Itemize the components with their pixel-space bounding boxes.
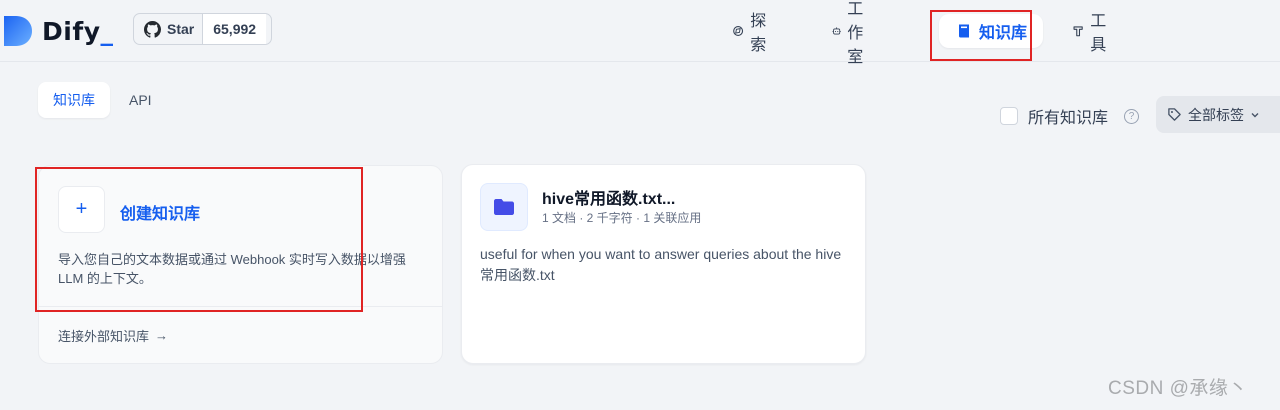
page: Dify_ Star 65,992 探索 工作室 知识库 工具 知识库 API …: [0, 0, 1280, 410]
dataset-card[interactable]: hive常用函数.txt... 1 文档 · 2 千字符 · 1 关联应用 us…: [461, 164, 866, 364]
folder-icon: [480, 183, 528, 231]
nav-tools[interactable]: 工具: [1072, 13, 1112, 54]
dataset-description: useful for when you want to answer queri…: [480, 246, 842, 283]
dataset-name: hive常用函数.txt...: [542, 191, 676, 208]
github-star-button[interactable]: Star 65,992: [133, 13, 272, 45]
hammer-icon: [1073, 26, 1083, 37]
tag-filter-select[interactable]: 全部标签: [1156, 96, 1280, 133]
help-icon[interactable]: ?: [1124, 108, 1140, 124]
tab-api[interactable]: API: [114, 82, 167, 118]
tag-filter-label: 全部标签: [1188, 106, 1244, 123]
chevron-down-icon: [1251, 112, 1259, 117]
nav-explore-label: 探索: [750, 13, 767, 54]
connect-external-label: 连接外部知识库: [58, 329, 150, 344]
nav-studio[interactable]: 工作室: [832, 1, 872, 66]
nav-tools-label: 工具: [1090, 13, 1107, 54]
book-icon: [959, 24, 969, 38]
connect-external-knowledge-link[interactable]: 连接外部知识库 →: [58, 326, 168, 345]
dify-logo[interactable]: Dify_: [4, 14, 114, 48]
logo-text: Dify_: [42, 16, 114, 46]
all-knowledge-filter: 所有知识库 ?: [1000, 104, 1140, 128]
csdn-watermark: CSDN @承缘丶: [1108, 378, 1248, 399]
create-knowledge-description: 导入您自己的文本数据或通过 Webhook 实时写入数据以增强 LLM 的上下文…: [58, 252, 406, 286]
github-icon: [144, 20, 161, 38]
github-star-label: Star: [167, 21, 195, 37]
dify-logo-mark-icon: [4, 16, 32, 46]
nav-knowledge[interactable]: 知识库: [939, 14, 1043, 48]
compass-icon: [733, 26, 744, 36]
top-header: Dify_ Star 65,992 探索 工作室 知识库 工具: [0, 0, 1280, 66]
nav-studio-label: 工作室: [847, 1, 864, 66]
create-knowledge-button[interactable]: + 创建知识库 导入您自己的文本数据或通过 Webhook 实时写入数据以增强 …: [39, 166, 442, 307]
robot-icon: [832, 27, 841, 35]
create-knowledge-card: + 创建知识库 导入您自己的文本数据或通过 Webhook 实时写入数据以增强 …: [38, 165, 443, 364]
all-knowledge-label: 所有知识库: [1028, 110, 1109, 127]
github-star[interactable]: Star: [134, 14, 202, 44]
dataset-meta: 1 文档 · 2 千字符 · 1 关联应用: [542, 211, 702, 225]
nav-knowledge-label: 知识库: [979, 25, 1028, 42]
tab-knowledge[interactable]: 知识库: [38, 82, 110, 118]
all-knowledge-checkbox[interactable]: [1000, 107, 1018, 125]
github-star-count: 65,992: [202, 14, 267, 44]
nav-explore[interactable]: 探索: [732, 13, 772, 54]
plus-icon: +: [58, 186, 105, 233]
content-tabs: 知识库 API: [38, 82, 167, 118]
create-knowledge-title: 创建知识库: [120, 206, 201, 223]
tag-icon: [1168, 108, 1181, 121]
arrow-right-icon: →: [155, 328, 169, 343]
